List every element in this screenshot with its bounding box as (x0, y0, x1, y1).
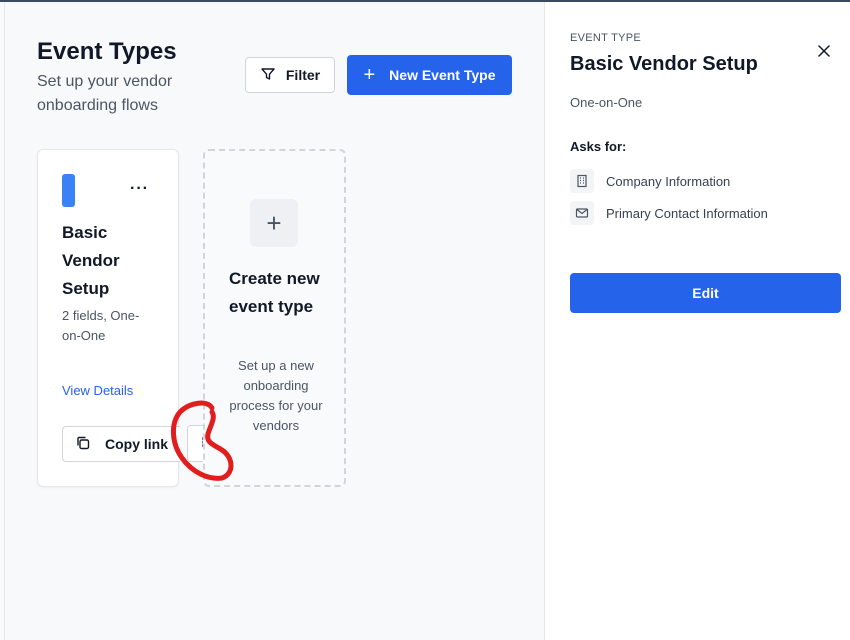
copy-link-button[interactable]: Copy link (62, 426, 180, 462)
create-card-title: Create new event type (229, 269, 320, 316)
filter-button[interactable]: Filter (245, 57, 335, 93)
edit-button[interactable]: Edit (570, 273, 841, 313)
create-card-description: Set up a new onboarding process for your… (229, 358, 323, 433)
card-meta: 2 fields, One-on-One (62, 308, 140, 343)
new-event-type-button[interactable]: + New Event Type (347, 55, 512, 95)
field-primary-contact: Primary Contact Information (570, 201, 768, 225)
details-panel: EVENT TYPE Basic Vendor Setup One-on-One… (544, 2, 850, 640)
filter-label: Filter (285, 67, 321, 83)
copy-icon (75, 435, 91, 454)
field-label: Company Information (606, 173, 731, 189)
plus-icon: + (363, 64, 376, 86)
panel-subtitle: One-on-One (570, 95, 643, 110)
panel-eyebrow: EVENT TYPE (570, 32, 642, 44)
close-icon[interactable] (815, 42, 833, 60)
filter-icon (260, 66, 276, 85)
view-details-link[interactable]: View Details (62, 383, 133, 398)
field-label: Primary Contact Information (606, 205, 768, 221)
page-subtitle: Set up your vendor onboarding flows (37, 73, 173, 114)
panel-title: Basic Vendor Setup (570, 53, 758, 75)
mail-icon (570, 201, 594, 225)
asks-for-label: Asks for: (570, 139, 627, 154)
event-type-card[interactable]: ··· Basic Vendor Setup 2 fields, One-on-… (37, 149, 180, 487)
create-event-type-card[interactable]: + Create new event type Set up a new onb… (203, 149, 346, 487)
building-icon (570, 169, 594, 193)
field-company-information: Company Information (570, 169, 730, 193)
card-title: Basic Vendor Setup (62, 223, 120, 298)
more-options-icon[interactable]: ··· (130, 180, 149, 198)
left-border (4, 2, 5, 640)
plus-icon: + (250, 199, 298, 247)
card-accent (62, 174, 75, 207)
new-event-type-label: New Event Type (389, 67, 496, 83)
copy-link-label: Copy link (105, 436, 169, 452)
page-title: Event Types (37, 38, 177, 65)
